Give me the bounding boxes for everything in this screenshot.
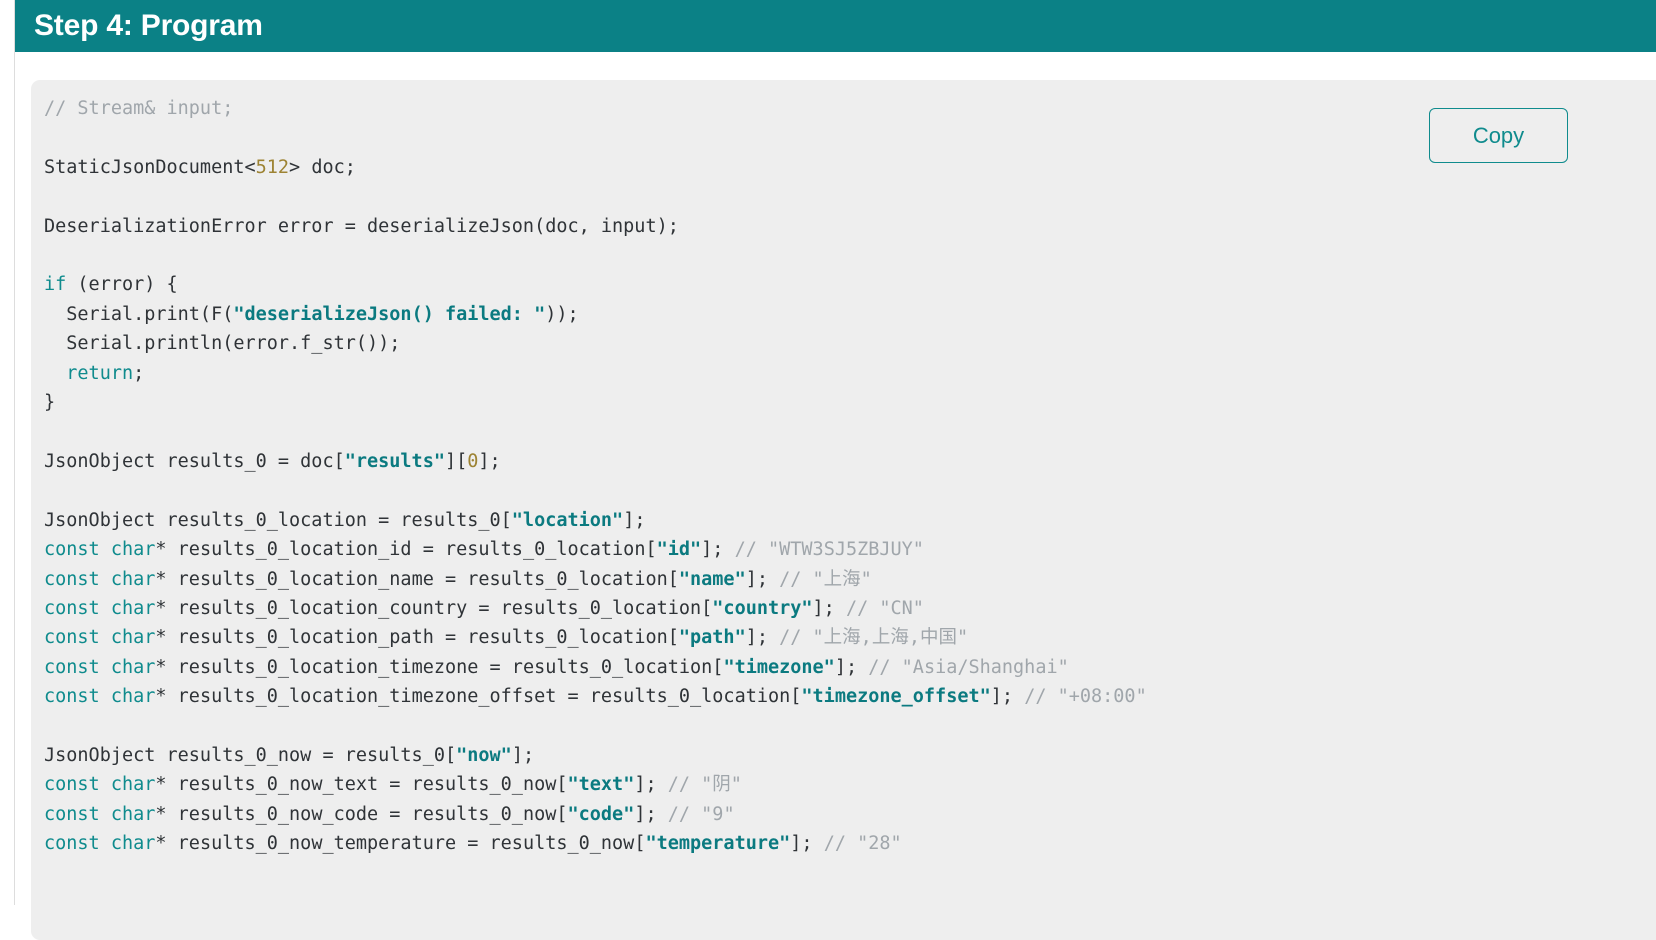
code-token-txt: ]; — [990, 686, 1025, 708]
code-token-txt: JsonObject results_0_now = results_0[ — [44, 744, 457, 766]
code-token-txt: * results_0_location_id = results_0_loca… — [155, 539, 657, 561]
code-line: const char* results_0_now_temperature = … — [44, 833, 902, 854]
code-token-com: // "9" — [667, 803, 735, 825]
code-token-key: const char — [44, 568, 156, 590]
code-content[interactable]: // Stream& input; StaticJsonDocument<512… — [31, 80, 1147, 859]
code-line: const char* results_0_now_text = results… — [44, 774, 742, 795]
code-token-key: const char — [44, 597, 156, 619]
code-token-str: "results" — [344, 450, 445, 472]
code-token-txt: ]; — [634, 774, 668, 796]
code-line: StaticJsonDocument<512> doc; — [44, 157, 356, 178]
code-token-txt: ]; — [511, 744, 535, 766]
code-token-txt: Serial.println(error.f_str()); — [44, 333, 401, 355]
code-token-str: "deserializeJson() failed: " — [233, 303, 546, 325]
page-root: Step 4: Program // Stream& input; Static… — [0, 0, 1656, 940]
page-left-border — [14, 0, 15, 905]
code-token-str: "now" — [456, 744, 512, 766]
code-line: const char* results_0_location_path = re… — [44, 627, 968, 648]
code-line: if (error) { — [44, 274, 178, 295]
code-token-txt: } — [44, 392, 56, 414]
code-line: const char* results_0_location_timezone_… — [44, 686, 1147, 707]
code-token-key: const char — [44, 627, 156, 649]
code-token-txt: StaticJsonDocument< — [44, 156, 256, 178]
code-token-txt: ]; — [745, 627, 780, 649]
code-token-str: "id" — [656, 539, 702, 561]
code-line: DeserializationError error = deserialize… — [44, 216, 679, 237]
code-line: JsonObject results_0_location = results_… — [44, 510, 645, 531]
code-token-key: const char — [44, 539, 156, 561]
code-token-key: const char — [44, 774, 156, 796]
code-token-txt: ][ — [444, 450, 468, 472]
code-line: const char* results_0_now_code = results… — [44, 804, 735, 825]
code-token-txt: * results_0_now_text = results_0_now[ — [155, 774, 568, 796]
code-token-com: // Stream& input; — [44, 98, 234, 119]
code-token-txt: ]; — [634, 803, 668, 825]
code-line: JsonObject results_0 = doc["results"][0]… — [44, 451, 501, 472]
code-token-txt: ]; — [790, 833, 824, 855]
code-token-com: // "28" — [823, 833, 902, 855]
code-token-key: const char — [44, 686, 156, 708]
code-token-txt: * results_0_location_path = results_0_lo… — [155, 627, 679, 649]
code-line: Serial.print(F("deserializeJson() failed… — [44, 303, 579, 325]
code-token-com: // "上海" — [779, 568, 872, 590]
code-token-com: // "Asia/Shanghai" — [868, 656, 1069, 678]
code-token-txt: > doc; — [289, 156, 356, 178]
code-token-str: "location" — [511, 509, 624, 531]
code-token-str: "path" — [678, 627, 746, 649]
page-title: Step 4: Program — [34, 9, 263, 42]
code-token-str: "temperature" — [645, 833, 791, 855]
code-token-key: const char — [44, 656, 156, 678]
code-token-key: const char — [44, 833, 156, 855]
code-line: JsonObject results_0_now = results_0["no… — [44, 745, 534, 766]
code-token-txt: ]; — [834, 656, 869, 678]
code-token-txt: ]; — [745, 568, 780, 590]
code-line: const char* results_0_location_timezone … — [44, 657, 1069, 678]
code-line: Serial.println(error.f_str()); — [44, 333, 400, 354]
code-token-str: "country" — [712, 597, 813, 619]
step-header: Step 4: Program — [15, 0, 1656, 52]
code-token-com: // "WTW3SJ5ZBJUY" — [734, 539, 924, 561]
code-token-key: return — [66, 362, 134, 384]
code-token-txt: ]; — [701, 539, 735, 561]
code-token-num: 512 — [255, 156, 290, 178]
code-line: const char* results_0_location_id = resu… — [44, 539, 924, 560]
code-token-num: 0 — [467, 450, 479, 472]
code-token-txt: * results_0_location_timezone_offset = r… — [155, 686, 802, 708]
code-token-com: // "上海,上海,中国" — [779, 627, 969, 649]
code-token-txt: JsonObject results_0_location = results_… — [44, 509, 512, 531]
code-token-txt: * results_0_now_temperature = results_0_… — [155, 833, 646, 855]
code-token-str: "text" — [567, 774, 635, 796]
code-token-str: "name" — [678, 568, 746, 590]
code-token-txt: * results_0_location_timezone = results_… — [155, 656, 724, 678]
code-token-txt: ]; — [623, 509, 646, 531]
code-token-key: const char — [44, 803, 156, 825]
code-token-txt: * results_0_location_name = results_0_lo… — [155, 568, 679, 590]
code-token-txt: ; — [133, 362, 145, 384]
code-line: // Stream& input; — [44, 98, 233, 119]
code-token-key: if — [44, 274, 67, 296]
code-line: const char* results_0_location_name = re… — [44, 569, 872, 590]
code-token-txt: JsonObject results_0 = doc[ — [44, 450, 345, 472]
code-token-txt: ]; — [812, 597, 846, 619]
code-line: } — [44, 392, 55, 413]
copy-button[interactable]: Copy — [1429, 108, 1568, 163]
code-line: return; — [44, 363, 144, 384]
code-token-com: // "CN" — [845, 597, 924, 619]
code-token-txt: DeserializationError error = deserialize… — [44, 215, 679, 237]
code-block: // Stream& input; StaticJsonDocument<512… — [31, 80, 1656, 940]
code-token-str: "timezone" — [723, 656, 835, 678]
code-token-com: // "阴" — [667, 774, 742, 796]
code-token-txt: ]; — [478, 450, 501, 472]
code-line: const char* results_0_location_country =… — [44, 598, 924, 619]
code-token-txt: )); — [545, 303, 579, 325]
code-token-txt: Serial.print(F( — [44, 303, 234, 325]
code-token-str: "timezone_offset" — [801, 686, 991, 708]
code-token-com: // "+08:00" — [1024, 686, 1147, 708]
code-token-txt: * results_0_location_country = results_0… — [155, 597, 713, 619]
code-token-str: "code" — [567, 803, 635, 825]
code-token-txt: (error) { — [66, 274, 178, 296]
code-token-txt: * results_0_now_code = results_0_now[ — [155, 803, 568, 825]
